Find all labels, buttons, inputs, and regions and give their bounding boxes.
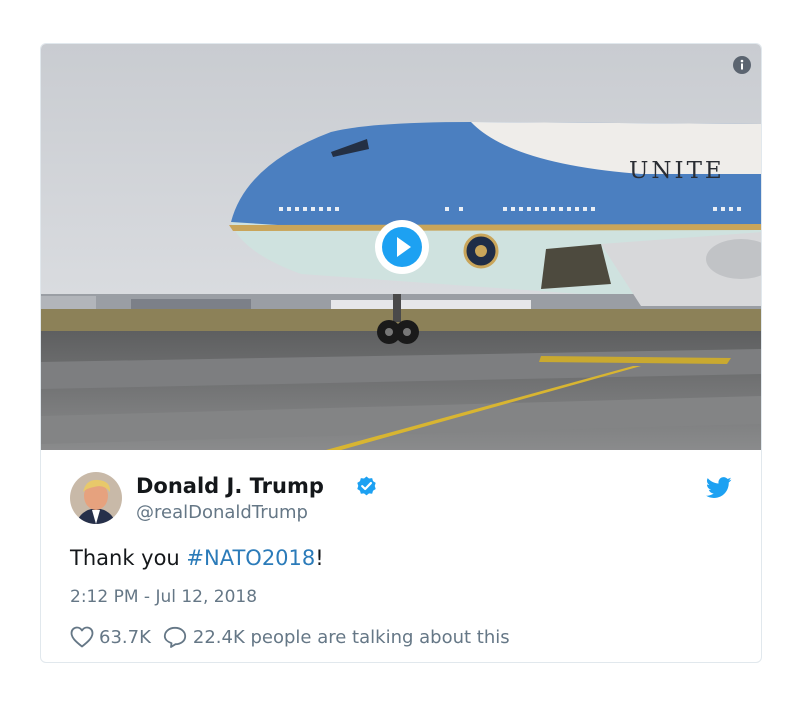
hashtag-link[interactable]: #NATO2018 <box>186 546 315 570</box>
heart-icon <box>70 626 94 648</box>
likes-count: 63.7K <box>99 626 151 648</box>
tweet-text-trail: ! <box>315 546 324 570</box>
author-handle[interactable]: @realDonaldTrump <box>136 502 308 523</box>
verified-badge-icon <box>357 476 376 496</box>
tweet-timestamp[interactable]: 2:12 PM - Jul 12, 2018 <box>70 587 257 607</box>
author-name[interactable]: Donald J. Trump <box>136 474 324 498</box>
tweet-actions: 63.7K 22.4K people are talking about thi… <box>70 626 510 648</box>
tweet-embed-card: UNITE Donald J. Trump @realDonaldTrump T… <box>40 43 762 663</box>
avatar[interactable] <box>70 472 122 524</box>
twitter-bird-icon[interactable] <box>706 477 732 499</box>
play-icon[interactable] <box>373 218 431 276</box>
like-action[interactable]: 63.7K <box>70 626 151 648</box>
video-media[interactable]: UNITE <box>41 44 761 450</box>
info-icon[interactable] <box>733 56 751 74</box>
tweet-text: Thank you #NATO2018! <box>70 546 324 570</box>
speech-bubble-icon <box>163 626 186 648</box>
avatar-image <box>70 472 122 524</box>
reply-action[interactable]: 22.4K people are talking about this <box>151 626 510 648</box>
tweet-text-lead: Thank you <box>70 546 187 570</box>
plane-lettering: UNITE <box>629 158 725 184</box>
tweet-body: Donald J. Trump @realDonaldTrump Thank y… <box>41 450 761 662</box>
conversation-count-text: 22.4K people are talking about this <box>192 626 510 648</box>
